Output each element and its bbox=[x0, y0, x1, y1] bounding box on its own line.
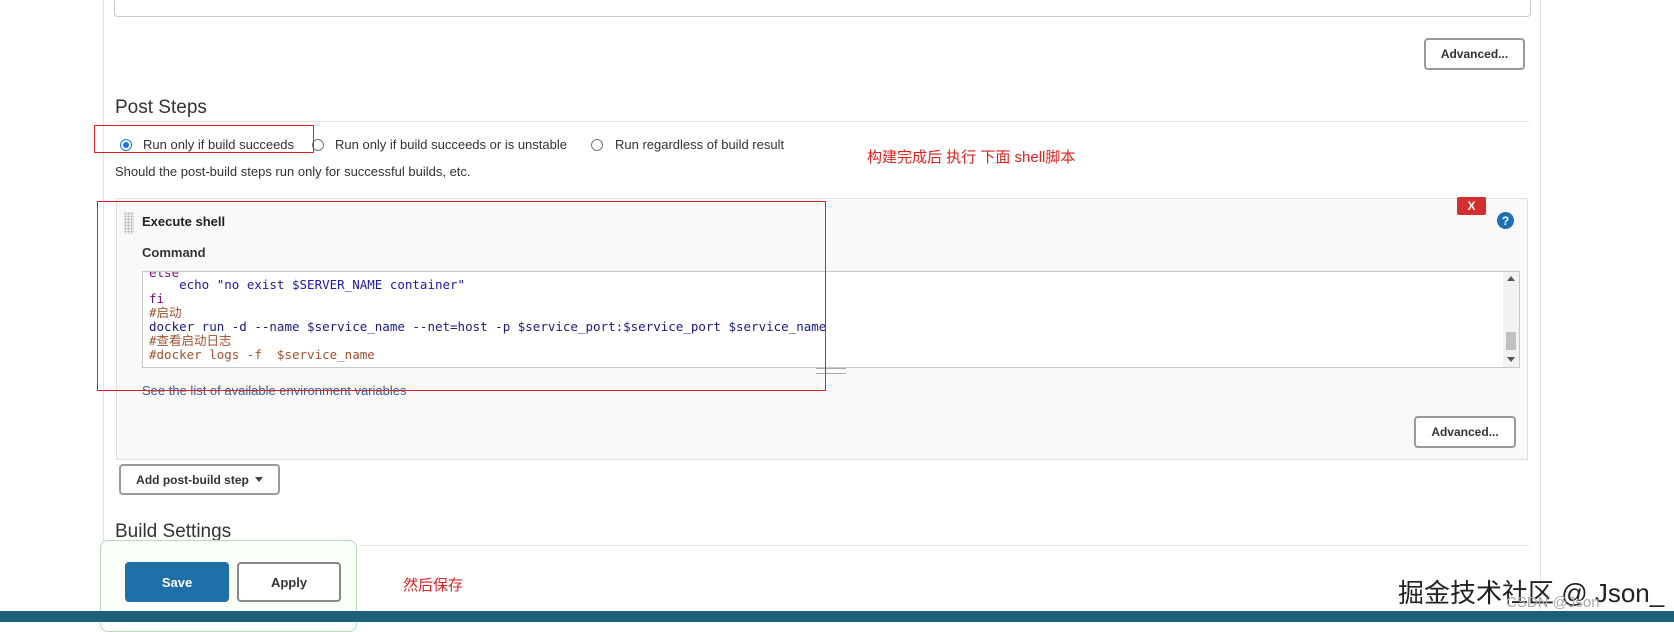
editor-scrollbar[interactable] bbox=[1503, 272, 1519, 367]
top-advanced-button[interactable]: Advanced... bbox=[1424, 38, 1525, 70]
previous-section-box bbox=[114, 0, 1531, 17]
save-button[interactable]: Save bbox=[125, 562, 229, 602]
radio-run-if-success-or-unstable-label[interactable]: Run only if build succeeds or is unstabl… bbox=[335, 137, 567, 152]
add-post-build-step-label: Add post-build step bbox=[136, 472, 249, 487]
step-advanced-button[interactable]: Advanced... bbox=[1414, 416, 1516, 448]
annotation-then-save: 然后保存 bbox=[403, 577, 464, 594]
post-steps-help-text: Should the post-build steps run only for… bbox=[115, 164, 471, 179]
post-steps-title: Post Steps bbox=[115, 97, 207, 118]
csdn-watermark: CSDN @Json bbox=[1506, 594, 1600, 611]
annotation-box-radio bbox=[94, 125, 314, 153]
apply-button[interactable]: Apply bbox=[237, 562, 341, 602]
scroll-thumb[interactable] bbox=[1506, 332, 1516, 350]
add-post-build-step-button[interactable]: Add post-build step bbox=[119, 464, 280, 495]
scroll-down-icon[interactable] bbox=[1507, 357, 1515, 362]
help-icon[interactable]: ? bbox=[1497, 212, 1514, 229]
dropdown-caret-icon bbox=[254, 477, 263, 482]
annotation-run-shell: 构建完成后 执行 下面 shell脚本 bbox=[867, 149, 1076, 166]
radio-run-regardless[interactable] bbox=[591, 139, 603, 151]
scroll-up-icon[interactable] bbox=[1507, 276, 1515, 281]
annotation-box-shell bbox=[97, 201, 826, 391]
radio-run-regardless-label[interactable]: Run regardless of build result bbox=[615, 137, 784, 152]
content-right-border bbox=[1540, 0, 1541, 622]
delete-step-button[interactable]: X bbox=[1457, 197, 1486, 215]
build-settings-divider bbox=[360, 545, 1529, 546]
post-steps-divider bbox=[115, 121, 1529, 122]
taskbar bbox=[0, 611, 1674, 622]
